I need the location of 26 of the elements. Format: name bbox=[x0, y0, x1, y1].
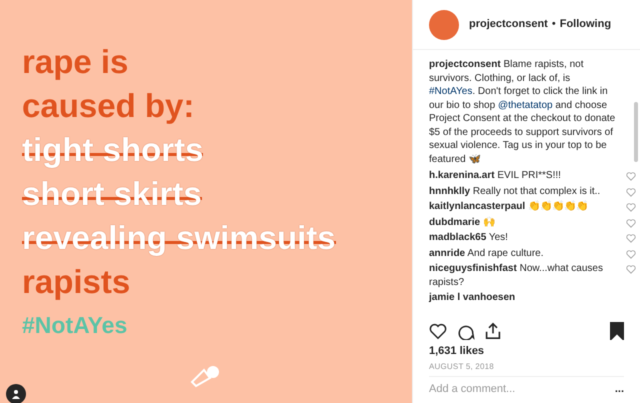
share-icon[interactable] bbox=[485, 322, 501, 340]
follow-status[interactable]: Following bbox=[560, 16, 612, 33]
comment: hnnhklly Really not that complex is it.. bbox=[429, 184, 602, 198]
user-tag-icon[interactable] bbox=[6, 384, 26, 403]
comment: madblack65 Yes! bbox=[429, 231, 509, 244]
avatar[interactable] bbox=[429, 10, 459, 40]
heart-icon[interactable] bbox=[429, 322, 447, 340]
hashtag: #NotAYes bbox=[22, 311, 128, 340]
poster-line: rapists bbox=[22, 262, 130, 302]
poster-line: rape is bbox=[22, 42, 128, 82]
comment-field[interactable]: Add a comment... bbox=[429, 381, 615, 398]
poster-line: caused by: bbox=[22, 86, 194, 126]
comment: niceguysfinishfast Now...what causes rapists? bbox=[429, 262, 604, 289]
comment: kaitlynlancasterpaul 👏👏👏👏👏 bbox=[429, 200, 589, 214]
post-date: AUGUST 5, 2018 bbox=[428, 361, 495, 373]
username[interactable]: projectconsent bbox=[469, 16, 548, 33]
more-button[interactable]: ... bbox=[614, 384, 624, 395]
comment: jamie l vanhoesen bbox=[429, 291, 516, 304]
comment: annride And rape culture. bbox=[429, 246, 545, 260]
comment: h.karenina.art EVIL PRI**S!!! bbox=[429, 169, 562, 182]
separator: • bbox=[552, 17, 556, 32]
megaphone-icon bbox=[190, 364, 220, 388]
bookmark-icon[interactable] bbox=[610, 322, 624, 340]
like-count[interactable]: 1,631 likes bbox=[413, 340, 640, 358]
scrollbar[interactable] bbox=[634, 102, 638, 162]
comment: dubdmarie 🙌 bbox=[429, 216, 496, 229]
